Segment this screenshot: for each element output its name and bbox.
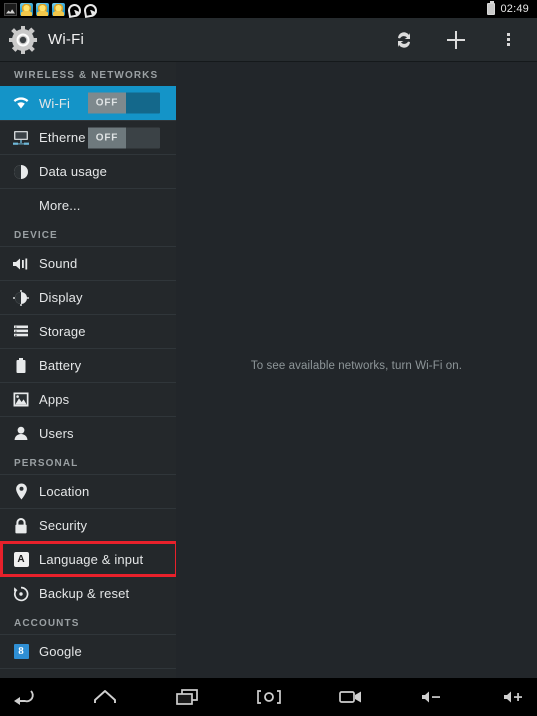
wifi-toggle-state: OFF [88, 92, 126, 114]
recents-icon[interactable] [174, 686, 200, 708]
section-header-accounts: ACCOUNTS [14, 618, 80, 629]
sidebar-item-backup-reset[interactable]: Backup & reset [0, 576, 176, 610]
ribbon-notification-icon [68, 3, 81, 16]
screenshot-notification-icon [4, 2, 17, 16]
android-settings-screen: 02:49 Wi-Fi WIRELESS & NETWORKS Wi-Fi OF… [0, 0, 537, 716]
sidebar-item-security[interactable]: Security [0, 508, 176, 542]
sidebar-item-sound[interactable]: Sound [0, 246, 176, 280]
camcorder-icon[interactable] [338, 686, 364, 708]
sidebar-item-label: Security [39, 518, 88, 533]
action-bar-title: Wi-Fi [48, 31, 84, 48]
data-usage-icon [10, 164, 32, 180]
storage-icon [10, 325, 32, 339]
settings-sidebar[interactable]: WIRELESS & NETWORKS Wi-Fi OFF Etherne OF… [0, 62, 176, 678]
section-header-wireless: WIRELESS & NETWORKS [14, 70, 159, 81]
sidebar-item-label: Storage [39, 324, 86, 339]
wifi-toggle[interactable]: OFF [88, 92, 160, 114]
sidebar-item-label: Etherne [39, 130, 86, 145]
app-notification-icon [20, 2, 33, 16]
sidebar-item-storage[interactable]: Storage [0, 314, 176, 348]
sidebar-item-location[interactable]: Location [0, 474, 176, 508]
apps-icon [10, 392, 32, 407]
battery-icon [487, 1, 496, 15]
wifi-icon [10, 96, 32, 110]
wifi-empty-message: To see available networks, turn Wi-Fi on… [250, 360, 463, 372]
sidebar-item-label: Users [39, 426, 74, 441]
sidebar-item-users[interactable]: Users [0, 416, 176, 450]
app-notification-icon [52, 2, 65, 16]
ribbon-notification-icon [84, 3, 97, 16]
sidebar-item-label: Google [39, 644, 82, 659]
sidebar-item-data-usage[interactable]: Data usage [0, 154, 176, 188]
language-a-icon: A [10, 552, 32, 567]
ethernet-toggle[interactable]: OFF [88, 127, 160, 148]
volume-down-icon[interactable] [420, 686, 446, 708]
sidebar-item-display[interactable]: Display [0, 280, 176, 314]
sound-icon [10, 257, 32, 271]
ethernet-icon [10, 130, 32, 146]
status-system-icons: 02:49 [487, 1, 533, 15]
action-bar: Wi-Fi [0, 18, 537, 62]
sidebar-item-google[interactable]: 8 Google [0, 634, 176, 668]
status-clock: 02:49 [500, 3, 529, 15]
sidebar-item-more[interactable]: More... [0, 188, 176, 222]
sidebar-item-wifi[interactable]: Wi-Fi OFF [0, 86, 176, 120]
app-notification-icon [36, 2, 49, 16]
sidebar-item-label: Location [39, 484, 90, 499]
screenshot-icon[interactable] [256, 686, 282, 708]
sidebar-item-language-input[interactable]: A Language & input [0, 542, 176, 576]
home-icon[interactable] [92, 686, 118, 708]
scan-icon[interactable] [391, 27, 417, 53]
overflow-menu-icon[interactable] [495, 27, 521, 53]
users-icon [10, 426, 32, 441]
sidebar-item-label: Language & input [39, 552, 144, 567]
status-notification-icons [4, 2, 97, 16]
sidebar-item-label: Battery [39, 358, 82, 373]
plus-icon [10, 678, 32, 679]
location-pin-icon [10, 483, 32, 500]
display-icon [10, 289, 32, 306]
wifi-main-pane: To see available networks, turn Wi-Fi on… [176, 62, 537, 678]
sidebar-item-apps[interactable]: Apps [0, 382, 176, 416]
settings-gear-icon[interactable] [8, 25, 38, 55]
status-bar: 02:49 [0, 0, 537, 18]
language-a-glyph: A [13, 552, 29, 567]
add-icon[interactable] [443, 27, 469, 53]
sidebar-item-add-account[interactable]: Add account [0, 668, 176, 678]
sidebar-item-label: Display [39, 290, 83, 305]
lock-icon [10, 517, 32, 534]
google-account-icon: 8 [10, 644, 32, 659]
sidebar-item-label: More... [39, 198, 81, 213]
section-header-personal: PERSONAL [14, 458, 79, 469]
sidebar-item-label: Sound [39, 256, 78, 271]
volume-up-icon[interactable] [502, 686, 528, 708]
backup-reset-icon [10, 586, 32, 602]
content-body: WIRELESS & NETWORKS Wi-Fi OFF Etherne OF… [0, 62, 537, 678]
action-bar-actions [391, 27, 527, 53]
google-glyph: 8 [13, 644, 29, 659]
sidebar-item-ethernet[interactable]: Etherne OFF [0, 120, 176, 154]
sidebar-item-label: Data usage [39, 164, 107, 179]
battery-icon [10, 357, 32, 374]
sidebar-item-battery[interactable]: Battery [0, 348, 176, 382]
navigation-bar [0, 678, 537, 716]
section-header-device: DEVICE [14, 230, 58, 241]
sidebar-item-label: Apps [39, 392, 70, 407]
ethernet-toggle-state: OFF [88, 127, 126, 148]
sidebar-item-label: Wi-Fi [39, 95, 71, 111]
sidebar-item-label: Backup & reset [39, 586, 130, 601]
back-icon[interactable] [10, 686, 36, 708]
